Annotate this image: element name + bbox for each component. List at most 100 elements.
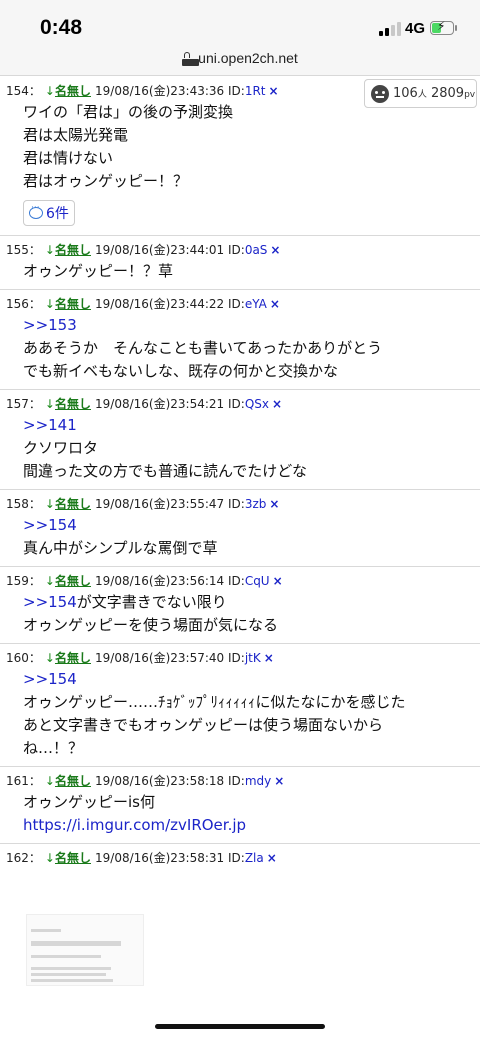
arrow-down-icon[interactable]: ↓ (45, 651, 55, 665)
arrow-down-icon[interactable]: ↓ (45, 243, 55, 257)
post-number[interactable]: 156 (6, 297, 29, 311)
poster-name[interactable]: 名無し (55, 651, 91, 665)
url-text: uni.open2ch.net (198, 50, 298, 66)
post-header: 156： ↓名無し 19/08/16(金)23:44:22 ID:eYA × (6, 296, 474, 312)
arrow-down-icon[interactable]: ↓ (45, 84, 55, 98)
post-header: 160： ↓名無し 19/08/16(金)23:57:40 ID:jtK × (6, 650, 474, 666)
post-number[interactable]: 162 (6, 851, 29, 865)
close-icon[interactable]: × (269, 497, 279, 511)
replies-button[interactable]: 6件 (23, 200, 75, 226)
post-number[interactable]: 161 (6, 774, 29, 788)
pv-count: 2809 (430, 86, 465, 101)
reply-anchor-link[interactable]: >>153 (23, 316, 77, 334)
separator: ： (28, 651, 41, 665)
signal-icon (379, 22, 403, 36)
arrow-down-icon[interactable]: ↓ (45, 397, 55, 411)
post-text-line: オゥンゲッピー！？草 (23, 262, 174, 280)
post-header: 161： ↓名無し 19/08/16(金)23:58:18 ID:mdy × (6, 773, 474, 789)
face-icon (371, 85, 389, 103)
post-text-line: 真ん中がシンプルな罵倒で草 (23, 539, 218, 557)
post-text-line: オゥンゲッピーis何 (23, 793, 155, 811)
post-body: ワイの「君は」の後の予測変換 君は太陽光発電 君は情けない 君はオゥンゲッピー！？ (6, 101, 474, 193)
close-icon[interactable]: × (270, 297, 280, 311)
post-body: >>154 真ん中がシンプルな罵倒で草 (6, 514, 474, 560)
poster-name[interactable]: 名無し (55, 497, 91, 511)
id-prefix: ID: (227, 651, 245, 665)
poster-name[interactable]: 名無し (55, 851, 91, 865)
people-unit: 人 (417, 90, 427, 100)
poster-id[interactable]: 3zb (245, 497, 267, 511)
reply-anchor-link[interactable]: >>141 (23, 416, 77, 434)
poster-name[interactable]: 名無し (55, 243, 91, 257)
post-date: 19/08/16(金)23:58:31 (95, 851, 225, 865)
status-bar: 0:48 4G ⚡ (0, 0, 480, 48)
close-icon[interactable]: × (274, 774, 284, 788)
poster-name[interactable]: 名無し (55, 574, 91, 588)
reply-anchor-link[interactable]: >>154 (23, 670, 77, 688)
poster-id[interactable]: jtK (245, 651, 261, 665)
arrow-down-icon[interactable]: ↓ (45, 574, 55, 588)
reply-anchor-link[interactable]: >>154 (23, 593, 77, 611)
poster-id[interactable]: 0aS (245, 243, 268, 257)
arrow-down-icon[interactable]: ↓ (45, 497, 55, 511)
post-157: 157： ↓名無し 19/08/16(金)23:54:21 ID:QSx × >>141… (0, 390, 480, 490)
poster-id[interactable]: Zla (245, 851, 264, 865)
post-date: 19/08/16(金)23:43:36 (95, 84, 225, 98)
close-icon[interactable]: × (269, 84, 279, 98)
post-text-line: でも新イベもないしな、既存の何かと交換かな (23, 362, 339, 380)
post-number[interactable]: 157 (6, 397, 29, 411)
post-body: オゥンゲッピー！？草 (6, 260, 474, 283)
reply-anchor-link[interactable]: >>154 (23, 516, 77, 534)
poster-id[interactable]: eYA (245, 297, 267, 311)
post-154: 154： ↓名無し 19/08/16(金)23:43:36 ID:1Rt × ワイの「君… (0, 76, 480, 236)
id-prefix: ID: (227, 84, 245, 98)
post-159: 159： ↓名無し 19/08/16(金)23:56:14 ID:CqU × >>154… (0, 567, 480, 644)
post-number[interactable]: 158 (6, 497, 29, 511)
home-indicator[interactable] (155, 1024, 325, 1029)
post-date: 19/08/16(金)23:55:47 (95, 497, 225, 511)
separator: ： (28, 574, 41, 588)
post-body: オゥンゲッピーis何 https://i.imgur.com/zvIROer.jp (6, 791, 474, 837)
post-text-line: 君はオゥンゲッピー！？ (23, 172, 189, 190)
post-156: 156： ↓名無し 19/08/16(金)23:44:22 ID:eYA × >>153… (0, 290, 480, 390)
poster-id[interactable]: QSx (245, 397, 269, 411)
separator: ： (28, 774, 41, 788)
post-header: 158： ↓名無し 19/08/16(金)23:55:47 ID:3zb × (6, 496, 474, 512)
post-160: 160： ↓名無し 19/08/16(金)23:57:40 ID:jtK × >>154… (0, 644, 480, 767)
chat-bubble-icon (29, 203, 43, 219)
post-number[interactable]: 159 (6, 574, 29, 588)
close-icon[interactable]: × (273, 574, 283, 588)
poster-name[interactable]: 名無し (55, 397, 91, 411)
close-icon[interactable]: × (270, 243, 280, 257)
poster-id[interactable]: 1Rt (245, 84, 266, 98)
poster-name[interactable]: 名無し (55, 84, 91, 98)
poster-name[interactable]: 名無し (55, 297, 91, 311)
poster-id[interactable]: CqU (245, 574, 270, 588)
post-date: 19/08/16(金)23:44:01 (95, 243, 225, 257)
separator: ： (28, 397, 41, 411)
id-prefix: ID: (227, 397, 245, 411)
people-count: 106 (393, 86, 418, 101)
post-number[interactable]: 155 (6, 243, 29, 257)
post-date: 19/08/16(金)23:54:21 (95, 397, 225, 411)
arrow-down-icon[interactable]: ↓ (45, 297, 55, 311)
status-time: 0:48 (40, 16, 83, 39)
post-text-line: ね…！？ (23, 739, 84, 757)
id-prefix: ID: (227, 497, 245, 511)
arrow-down-icon[interactable]: ↓ (45, 774, 55, 788)
id-prefix: ID: (227, 774, 245, 788)
viewer-stats-badge[interactable]: 106人 2809pv (364, 79, 477, 108)
image-thumbnail[interactable] (26, 914, 144, 986)
post-number[interactable]: 160 (6, 651, 29, 665)
close-icon[interactable]: × (267, 851, 277, 865)
close-icon[interactable]: × (272, 397, 282, 411)
arrow-down-icon[interactable]: ↓ (45, 851, 55, 865)
address-bar[interactable]: uni.open2ch.net (0, 48, 480, 76)
close-icon[interactable]: × (264, 651, 274, 665)
poster-id[interactable]: mdy (245, 774, 271, 788)
post-number[interactable]: 154 (6, 84, 29, 98)
image-link[interactable]: https://i.imgur.com/zvIROer.jp (23, 816, 246, 834)
lock-icon (182, 52, 200, 66)
poster-name[interactable]: 名無し (55, 774, 91, 788)
separator: ： (28, 297, 41, 311)
